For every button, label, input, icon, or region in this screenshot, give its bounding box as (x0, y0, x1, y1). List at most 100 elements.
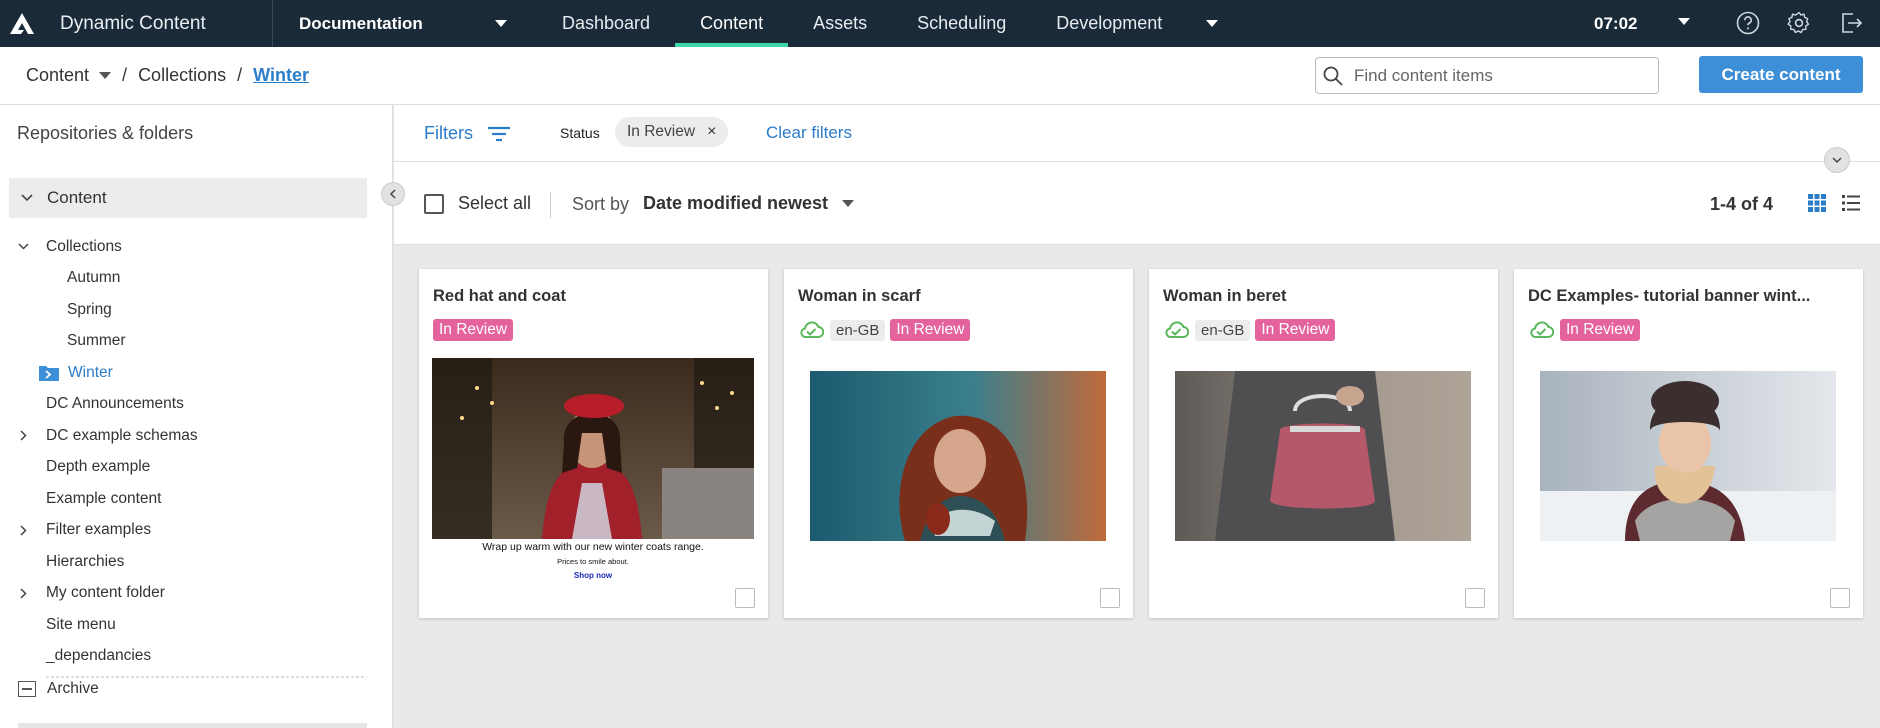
sidebar-item-depth-example[interactable]: Depth example (0, 452, 393, 484)
published-cloud-icon (800, 321, 824, 338)
card-checkbox[interactable] (1830, 588, 1850, 608)
top-navigation: Dynamic Content Documentation Dashboard … (0, 0, 1880, 47)
breadcrumb-content[interactable]: Content (26, 65, 89, 86)
card-tags: en-GB In Review (1163, 319, 1336, 341)
published-cloud-icon (1530, 321, 1554, 338)
tab-content[interactable]: Content (675, 0, 789, 47)
breadcrumb: Content / Collections / Winter (26, 65, 309, 86)
sort-value: Date modified newest (643, 193, 829, 213)
tab-scheduling[interactable]: Scheduling (892, 0, 1031, 47)
sidebar-item-dc-example-schemas[interactable]: DC example schemas (0, 420, 393, 452)
clock[interactable]: 07:02 (1594, 0, 1637, 47)
locale-badge: en-GB (830, 319, 886, 341)
status-badge: In Review (1560, 319, 1641, 341)
sidebar-item-summer[interactable]: Summer (0, 326, 393, 358)
chevron-down-icon (1206, 20, 1219, 27)
status-badge: In Review (433, 319, 514, 341)
more-tabs-button[interactable] (1187, 0, 1237, 47)
sidebar-item-filter-examples[interactable]: Filter examples (0, 515, 393, 547)
list-view-icon[interactable] (1841, 193, 1861, 213)
sidebar-item-example-content[interactable]: Example content (0, 483, 393, 515)
sidebar-item-label: Summer (67, 332, 126, 350)
sign-out-icon[interactable] (1838, 10, 1864, 36)
card-checkbox[interactable] (1100, 588, 1120, 608)
published-cloud-icon (1165, 321, 1189, 338)
toolbar-divider (550, 192, 551, 218)
card-checkbox[interactable] (735, 588, 755, 608)
collapse-sidebar-button[interactable] (381, 182, 405, 206)
search-box[interactable] (1315, 57, 1659, 94)
card-checkbox[interactable] (1465, 588, 1485, 608)
result-count: 1-4 of 4 (1710, 194, 1774, 214)
filters-button[interactable]: Filters (424, 123, 511, 144)
card-title: Woman in scarf (798, 287, 921, 305)
close-icon[interactable]: × (707, 123, 716, 141)
sidebar-item-label: Hierarchies (46, 552, 125, 570)
sidebar-item-label: Archive (47, 680, 99, 697)
sidebar-item-label: My content folder (46, 584, 165, 602)
sidebar-item-collections[interactable]: Collections (0, 231, 393, 263)
select-all[interactable]: Select all (424, 193, 531, 214)
settings-icon[interactable] (1786, 10, 1812, 36)
chevron-right-icon[interactable] (19, 430, 27, 441)
sort-label: Sort by (572, 194, 630, 214)
brand[interactable]: Dynamic Content (0, 0, 273, 47)
sidebar-item-spring[interactable]: Spring (0, 294, 393, 326)
sidebar-item-label: Filter examples (46, 521, 152, 539)
breadcrumb-current[interactable]: Winter (253, 65, 309, 86)
sidebar-item-label: Spring (67, 300, 112, 318)
content-card[interactable]: Woman in beret en-GB In Review (1149, 269, 1498, 618)
grid-view-icon[interactable] (1807, 193, 1827, 213)
sidebar-item-hierarchies[interactable]: Hierarchies (0, 546, 393, 578)
filters-label: Filters (424, 123, 473, 143)
expand-filters-button[interactable] (1824, 147, 1850, 173)
content-card[interactable]: DC Examples- tutorial banner wint... In … (1514, 269, 1863, 618)
tab-assets[interactable]: Assets (788, 0, 892, 47)
sidebar-item-archive[interactable]: Archive (18, 680, 99, 698)
folder-tree: Collections Autumn Spring Summer Winter … (0, 231, 393, 672)
status-filter-chip: In Review × (615, 117, 729, 147)
chevron-right-icon[interactable] (19, 525, 27, 536)
help-icon[interactable] (1735, 10, 1761, 36)
sidebar-item-content[interactable]: Content (9, 178, 367, 218)
card-tags: en-GB In Review (798, 319, 971, 341)
sidebar-item-my-content-folder[interactable]: My content folder (0, 578, 393, 610)
tab-dashboard[interactable]: Dashboard (537, 0, 675, 47)
hub-selector[interactable]: Documentation (273, 0, 517, 47)
chevron-down-icon[interactable] (21, 194, 33, 202)
archive-icon (18, 681, 36, 697)
tab-development[interactable]: Development (1031, 0, 1187, 47)
sidebar-item-dc-announcements[interactable]: DC Announcements (0, 389, 393, 421)
sidebar-item-winter[interactable]: Winter (0, 357, 393, 389)
clear-filters-link[interactable]: Clear filters (766, 123, 852, 143)
sidebar-item-label: Winter (68, 363, 113, 381)
banner-subtext: Prices to smile about. (557, 557, 629, 566)
content-card[interactable]: Woman in scarf en-GB In Review (784, 269, 1133, 618)
status-filter-label: Status (560, 125, 600, 141)
amplience-logo-icon (10, 12, 34, 34)
chevron-down-icon[interactable] (99, 72, 112, 79)
clock-chevron-down-icon[interactable] (1678, 18, 1690, 25)
sidebar-item-site-menu[interactable]: Site menu (0, 609, 393, 641)
sidebar-item-dependancies[interactable]: _dependancies (0, 641, 393, 673)
banner-link: Shop now (573, 571, 613, 580)
sidebar: Repositories & folders Content Collectio… (0, 105, 393, 728)
select-all-checkbox[interactable] (424, 193, 444, 214)
search-input[interactable] (1354, 65, 1644, 86)
breadcrumb-collections[interactable]: Collections (138, 65, 226, 86)
chevron-left-icon (389, 189, 396, 199)
sidebar-item-label: Depth example (46, 458, 151, 476)
chevron-down-icon (1832, 156, 1842, 163)
card-thumbnail-image (1175, 371, 1471, 541)
banner-image (432, 358, 754, 539)
sort-dropdown[interactable]: Date modified newest (643, 193, 855, 214)
select-all-label: Select all (458, 193, 532, 213)
locale-badge: en-GB (1195, 319, 1251, 341)
sidebar-item-autumn[interactable]: Autumn (0, 263, 393, 295)
chevron-down-icon[interactable] (17, 243, 29, 250)
chevron-right-icon[interactable] (19, 588, 27, 599)
chevron-down-icon (495, 20, 507, 27)
content-card[interactable]: Red hat and coat In Review Wrap up warm … (419, 269, 768, 618)
sidebar-item-label: _dependancies (46, 647, 152, 665)
create-content-button[interactable]: Create content (1699, 56, 1863, 93)
